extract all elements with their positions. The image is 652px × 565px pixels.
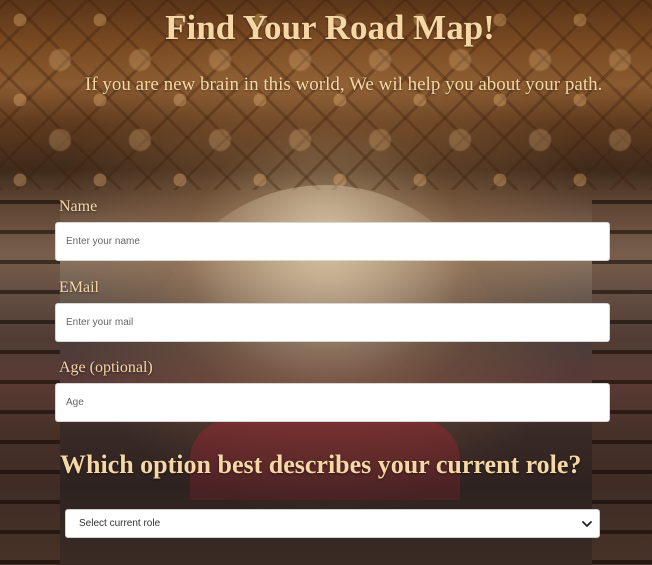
email-input[interactable] — [55, 303, 610, 342]
age-label: Age (optional) — [59, 359, 153, 376]
survey-page: Find Your Road Map! If you are new brain… — [0, 0, 652, 565]
age-input[interactable] — [55, 383, 610, 422]
email-label: EMail — [59, 279, 99, 296]
page-title: Find Your Road Map! — [165, 8, 495, 47]
current-role-selected-value: Select current role — [79, 518, 161, 529]
role-question-heading: Which option best describes your current… — [60, 450, 582, 479]
page-subtitle: If you are new brain in this world, We w… — [85, 74, 603, 95]
name-input[interactable] — [55, 222, 610, 261]
current-role-select[interactable]: Select current role — [65, 509, 600, 538]
name-label: Name — [59, 198, 98, 215]
chevron-down-icon — [582, 521, 592, 527]
